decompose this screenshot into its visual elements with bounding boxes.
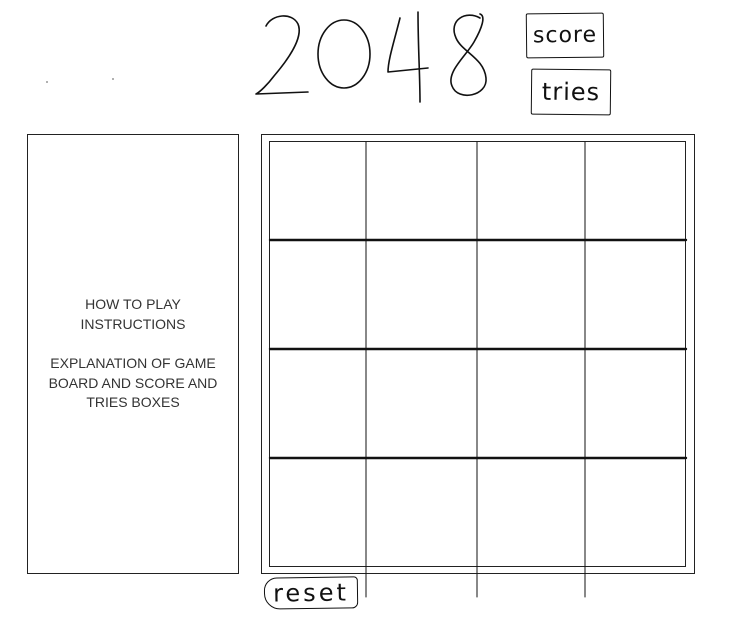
board-tile [366, 142, 477, 240]
board-tile [585, 240, 686, 349]
board-tile [366, 349, 477, 458]
board-tile [477, 458, 585, 566]
board-tile [585, 142, 686, 240]
board-tile [366, 458, 477, 566]
board-tile [270, 142, 366, 240]
tries-box: tries [530, 68, 612, 116]
game-title: 2048 [255, 11, 487, 103]
board-tile [366, 240, 477, 349]
instructions-panel: HOW TO PLAY INSTRUCTIONS EXPLANATION OF … [27, 134, 239, 574]
score-label: score [532, 22, 598, 49]
board-tile [270, 458, 366, 566]
score-box: score [525, 12, 605, 59]
board-tile [585, 349, 686, 458]
board-tile [270, 349, 366, 458]
stray-dot [112, 78, 114, 80]
board-tile [477, 240, 585, 349]
how-to-play-text: HOW TO PLAY INSTRUCTIONS [80, 296, 186, 332]
board-explanation-text: EXPLANATION OF GAME BOARD AND SCORE AND … [48, 355, 218, 411]
board-tile [270, 240, 366, 349]
board-tile [477, 142, 585, 240]
board-tile [585, 458, 686, 566]
stray-dot [46, 81, 48, 83]
reset-button[interactable]: reset [263, 576, 359, 610]
tries-label: tries [541, 77, 601, 107]
board-tile [477, 349, 585, 458]
